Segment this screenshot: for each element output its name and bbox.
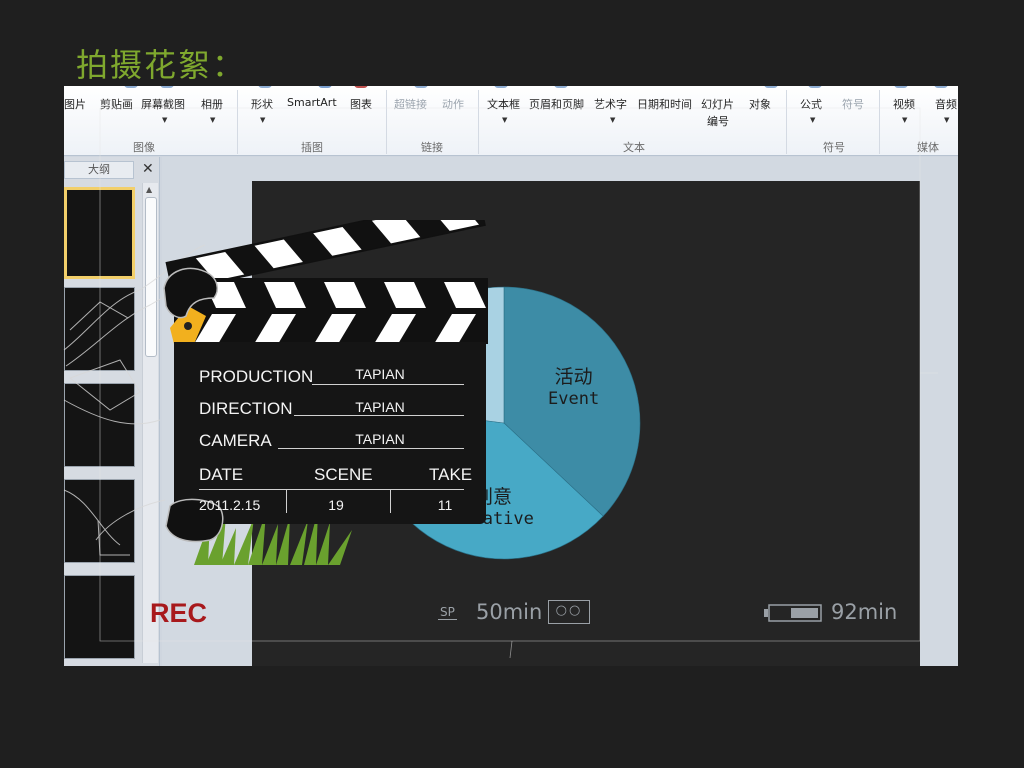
clap-production-value: TAPIAN [355, 366, 405, 382]
chevron-down-icon[interactable]: ▼ [610, 116, 615, 124]
clap-production-label: PRODUCTION [199, 367, 314, 386]
sp-mode-label: SP [438, 605, 457, 620]
ribbon-screenshot-button[interactable]: 屏幕截图 [141, 96, 185, 112]
chevron-down-icon[interactable]: ▼ [502, 116, 507, 124]
ribbon-slide-number-button[interactable]: 幻灯片 [701, 96, 734, 112]
ribbon-textbox-button[interactable]: 文本框 [487, 96, 520, 112]
tab-outline[interactable]: 大纲 [64, 161, 134, 179]
ribbon-group-text: 文本 [623, 141, 645, 154]
clap-direction-label: DIRECTION [199, 399, 293, 418]
battery-remaining-time: 92min [831, 600, 898, 624]
chevron-down-icon[interactable]: ▼ [210, 116, 215, 124]
ribbon-object-button[interactable]: 对象 [749, 96, 771, 112]
chevron-down-icon[interactable]: ▼ [260, 116, 265, 124]
ribbon-video-button[interactable]: 视频 [893, 96, 915, 112]
clap-date-label: DATE [199, 465, 244, 484]
ribbon-smartart-button[interactable]: SmartArt [287, 96, 337, 109]
clap-camera-value: TAPIAN [355, 431, 405, 447]
slide-thumbnail-panel: 大纲 ✕ ▲ [64, 157, 160, 666]
ribbon-action-button[interactable]: 动作 [442, 96, 464, 112]
ribbon-insert-tab: 图片 剪贴画 屏幕截图 相册 形状 SmartArt 图表 超链接 动作 文本框… [64, 86, 958, 156]
clap-direction-value: TAPIAN [355, 399, 405, 415]
scrollbar-thumb[interactable] [145, 197, 157, 357]
scroll-up-icon[interactable]: ▲ [146, 185, 152, 194]
slide-thumbnail[interactable] [64, 287, 135, 371]
clap-take-label: TAKE [429, 465, 473, 484]
ribbon-group-symbols: 符号 [823, 141, 845, 154]
ribbon-wordart-button[interactable]: 艺术字 [594, 96, 627, 112]
chevron-down-icon[interactable]: ▼ [810, 116, 815, 124]
ribbon-group-links: 链接 [421, 141, 443, 154]
chevron-down-icon[interactable]: ▼ [902, 116, 907, 124]
ribbon-group-illustrations: 插图 [301, 141, 323, 154]
ribbon-header-footer-button[interactable]: 页眉和页脚 [529, 96, 584, 112]
slide-thumbnail[interactable] [64, 575, 135, 659]
ribbon-hyperlink-button[interactable]: 超链接 [394, 96, 427, 112]
page-title: 拍摄花絮： [76, 46, 247, 84]
clap-date-value: 2011.2.15 [199, 497, 261, 513]
pie-label-event-cn: 活动 [554, 366, 593, 388]
ribbon-audio-button[interactable]: 音频 [935, 96, 957, 112]
ribbon-shapes-button[interactable]: 形状 [251, 96, 273, 112]
clap-camera-label: CAMERA [199, 431, 272, 450]
ribbon-clipart-button[interactable]: 剪贴画 [100, 96, 133, 112]
battery-icon [764, 604, 822, 622]
ribbon-datetime-button[interactable]: 日期和时间 [637, 96, 692, 112]
cassette-icon: ○○ [548, 600, 590, 624]
ribbon-group-media: 媒体 [917, 141, 939, 154]
chevron-down-icon[interactable]: ▼ [162, 116, 167, 124]
clap-scene-value: 19 [328, 497, 344, 513]
close-icon[interactable]: ✕ [142, 161, 154, 177]
slide-thumbnail[interactable] [64, 479, 135, 563]
pie-label-event: 活动 Event [548, 362, 599, 409]
ribbon-picture-button[interactable]: 图片 [64, 96, 86, 112]
thumbnail-scrollbar[interactable]: ▲ [142, 183, 158, 663]
clap-scene-label: SCENE [314, 465, 373, 484]
tape-remaining-time: 50min [476, 600, 543, 624]
chevron-down-icon[interactable]: ▼ [944, 116, 949, 124]
ribbon-chart-button[interactable]: 图表 [350, 96, 372, 112]
ribbon-slide-number-label: 编号 [707, 115, 729, 128]
pie-label-event-en: Event [548, 389, 600, 409]
ribbon-album-button[interactable]: 相册 [201, 96, 223, 112]
clapperboard-sticks [163, 220, 488, 344]
ribbon-equation-button[interactable]: 公式 [800, 96, 822, 112]
ribbon-symbol-button[interactable]: 符号 [842, 96, 864, 112]
clap-take-value: 11 [437, 497, 453, 513]
ribbon-group-images: 图像 [133, 141, 155, 154]
slide-thumbnail[interactable] [64, 383, 135, 467]
slide-thumbnail[interactable] [64, 187, 135, 279]
rec-indicator: REC [150, 598, 208, 628]
